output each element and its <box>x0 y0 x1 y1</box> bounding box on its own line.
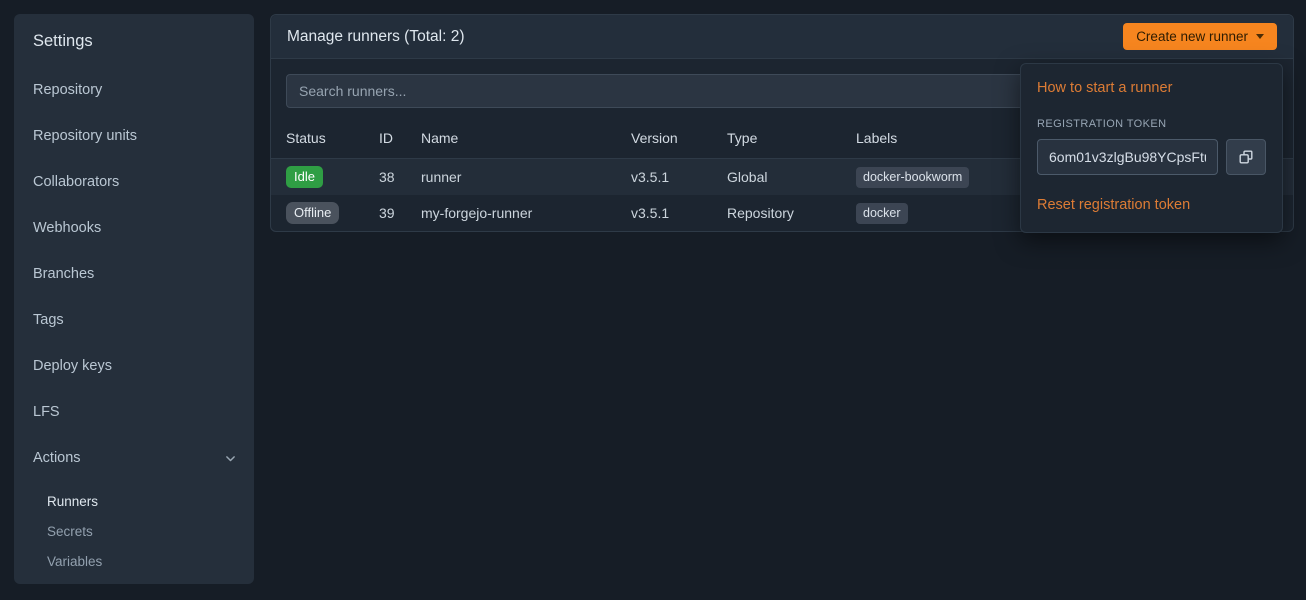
sidebar-item-label: Webhooks <box>33 218 101 238</box>
cell-type: Global <box>717 159 846 196</box>
column-header-version: Version <box>621 125 717 159</box>
cell-id: 38 <box>369 159 411 196</box>
sidebar-item-lfs[interactable]: LFS <box>14 389 254 435</box>
create-new-runner-label: Create new runner <box>1136 29 1248 44</box>
token-row <box>1037 139 1266 175</box>
sidebar-item-tags[interactable]: Tags <box>14 297 254 343</box>
cell-id: 39 <box>369 195 411 231</box>
sidebar-item-label: Tags <box>33 310 64 330</box>
column-header-type: Type <box>717 125 846 159</box>
registration-token-input[interactable] <box>1037 139 1218 175</box>
sidebar-item-actions[interactable]: Actions <box>14 435 254 481</box>
status-badge: Idle <box>286 166 323 188</box>
sidebar-item-label: LFS <box>33 402 60 422</box>
label-chip: docker <box>856 203 908 224</box>
sidebar-title: Settings <box>14 20 254 63</box>
sidebar-item-label: Branches <box>33 264 94 284</box>
panel-title: Manage runners (Total: 2) <box>287 28 464 46</box>
column-header-status: Status <box>271 125 369 159</box>
sidebar-item-deploy-keys[interactable]: Deploy keys <box>14 343 254 389</box>
cell-version: v3.5.1 <box>621 159 717 196</box>
sidebar-subitem-variables[interactable]: Variables <box>14 547 254 577</box>
sidebar-item-repository[interactable]: Repository <box>14 67 254 113</box>
cell-version: v3.5.1 <box>621 195 717 231</box>
sidebar-nav: Repository Repository units Collaborators W… <box>14 67 254 577</box>
sidebar-item-branches[interactable]: Branches <box>14 251 254 297</box>
create-runner-dropdown: How to start a runner REGISTRATION TOKEN… <box>1020 63 1283 233</box>
chevron-down-icon <box>224 452 237 465</box>
sidebar-item-webhooks[interactable]: Webhooks <box>14 205 254 251</box>
copy-token-button[interactable] <box>1226 139 1266 175</box>
panel-header: Manage runners (Total: 2) Create new run… <box>271 15 1293 59</box>
sidebar-item-collaborators[interactable]: Collaborators <box>14 159 254 205</box>
sidebar-subitem-secrets[interactable]: Secrets <box>14 517 254 547</box>
how-to-start-runner-link[interactable]: How to start a runner <box>1037 80 1172 96</box>
sidebar-item-label: Actions <box>33 448 81 468</box>
sidebar-subitem-runners[interactable]: Runners <box>14 487 254 517</box>
reset-registration-token-link[interactable]: Reset registration token <box>1037 197 1190 213</box>
actions-sub-list: RunnersSecretsVariables <box>14 487 254 577</box>
cell-name: my-forgejo-runner <box>411 195 621 231</box>
label-chip: docker-bookworm <box>856 167 969 188</box>
sidebar-item-repository-units[interactable]: Repository units <box>14 113 254 159</box>
create-new-runner-button[interactable]: Create new runner <box>1123 23 1277 50</box>
sidebar-item-label: Repository units <box>33 126 137 146</box>
registration-token-label: REGISTRATION TOKEN <box>1037 118 1266 130</box>
chevron-down-icon <box>1256 34 1264 39</box>
column-header-name: Name <box>411 125 621 159</box>
sidebar-item-label: Deploy keys <box>33 356 112 376</box>
sidebar-item-label: Collaborators <box>33 172 119 192</box>
status-badge: Offline <box>286 202 339 224</box>
copy-icon <box>1238 149 1254 165</box>
cell-type: Repository <box>717 195 846 231</box>
sidebar-item-label: Repository <box>33 80 102 100</box>
column-header-id: ID <box>369 125 411 159</box>
cell-name: runner <box>411 159 621 196</box>
settings-sidebar: Settings Repository Repository units Colla… <box>14 14 254 584</box>
